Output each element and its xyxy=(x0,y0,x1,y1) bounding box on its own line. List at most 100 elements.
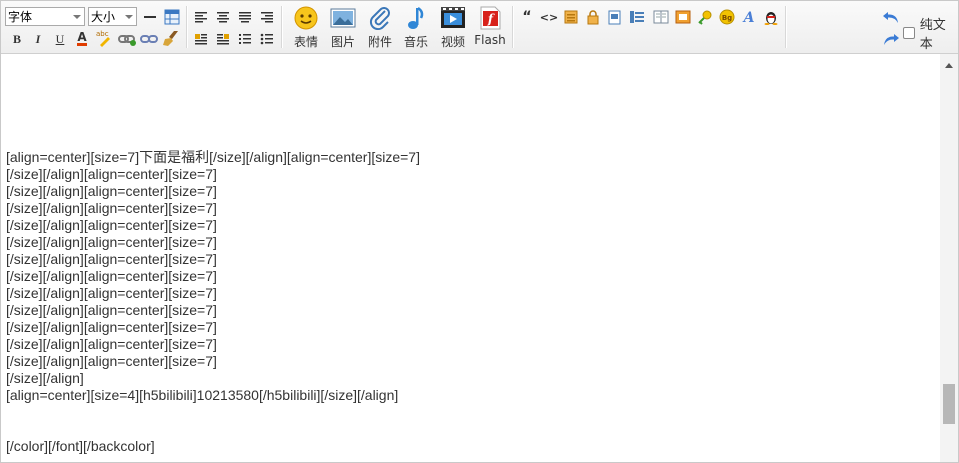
vertical-scrollbar[interactable] xyxy=(940,54,958,462)
flash-icon: f xyxy=(477,6,503,30)
link-icon xyxy=(118,35,136,46)
toolbar-separator xyxy=(785,6,787,48)
font-size-select[interactable]: 大小 xyxy=(88,7,137,26)
content-line: [/size][/align][align=center][size=7] xyxy=(6,166,217,182)
unordered-list-icon xyxy=(260,33,273,45)
align-justify-button[interactable] xyxy=(236,8,254,26)
plain-text-toggle[interactable]: 纯文本 xyxy=(903,14,958,52)
bold-button[interactable]: B xyxy=(8,30,26,48)
font-style-button[interactable]: A xyxy=(740,8,758,26)
image-button[interactable]: 图片 xyxy=(325,6,361,50)
free-area-button[interactable] xyxy=(674,8,692,26)
video-button-label: 视频 xyxy=(440,35,465,49)
lock-button[interactable] xyxy=(584,8,602,26)
font-size-select-value: 大小 xyxy=(91,10,116,24)
emoji-button-label: 表情 xyxy=(293,35,318,49)
qq-penguin-icon xyxy=(764,12,778,25)
underline-button[interactable]: U xyxy=(51,30,69,48)
qq-button[interactable] xyxy=(762,8,780,26)
video-button[interactable]: 视频 xyxy=(435,6,471,50)
float-left-button[interactable] xyxy=(192,30,210,48)
chevron-down-icon xyxy=(125,15,133,19)
background-color-icon: Bg xyxy=(719,9,735,25)
content-line: [/color][/font][/backcolor] xyxy=(6,438,155,454)
columns-button[interactable] xyxy=(652,8,670,26)
font-color-button[interactable]: A xyxy=(73,29,91,47)
scroll-up-arrow-icon[interactable] xyxy=(945,63,953,68)
table-button[interactable] xyxy=(163,8,181,26)
spellcheck-button[interactable]: abc xyxy=(95,29,113,47)
password-button[interactable] xyxy=(696,8,714,26)
toolbar-separator xyxy=(512,6,514,48)
toolbar-separator xyxy=(281,6,283,48)
toolbar-separator xyxy=(186,6,188,48)
ordered-list-icon xyxy=(239,34,251,44)
scrollbar-thumb[interactable] xyxy=(943,384,955,424)
unlink-button[interactable] xyxy=(140,30,158,48)
font-color-icon: A xyxy=(77,29,87,46)
highlight-icon: abc xyxy=(96,30,110,47)
content-line: [/size][/align][align=center][size=7] xyxy=(6,353,217,369)
quote-button[interactable]: “ xyxy=(518,8,536,26)
float-right-button[interactable] xyxy=(214,30,232,48)
font-family-select[interactable]: 字体 xyxy=(5,7,85,26)
index-icon xyxy=(630,11,644,23)
horizontal-rule-button[interactable] xyxy=(141,8,159,26)
ordered-list-button[interactable] xyxy=(236,30,254,48)
code-button[interactable]: <> xyxy=(540,8,558,26)
post-editor: 字体 大小 B I U A abc 表情 图片 附件 音乐 视频 f Flash… xyxy=(0,0,959,463)
columns-icon xyxy=(653,10,669,24)
align-justify-icon xyxy=(239,12,251,23)
free-area-icon xyxy=(675,10,691,24)
attachment-button[interactable]: 附件 xyxy=(362,6,398,50)
align-right-button[interactable] xyxy=(258,8,276,26)
image-button-label: 图片 xyxy=(330,35,355,49)
content-line: [/size][/align][align=center][size=7] xyxy=(6,200,217,216)
redo-button[interactable] xyxy=(882,31,900,49)
align-right-icon xyxy=(261,12,273,23)
align-left-button[interactable] xyxy=(192,8,210,26)
float-right-icon xyxy=(217,34,229,45)
content-line: [/size][/align][align=center][size=7] xyxy=(6,268,217,284)
index-button[interactable] xyxy=(628,8,646,26)
music-button-label: 音乐 xyxy=(403,35,428,49)
undo-icon xyxy=(883,12,898,23)
content-line: [/size][/align][align=center][size=7] xyxy=(6,302,217,318)
attachment-button-label: 附件 xyxy=(367,35,392,49)
svg-text:abc: abc xyxy=(96,30,109,38)
align-center-button[interactable] xyxy=(214,8,232,26)
undo-button[interactable] xyxy=(882,9,900,27)
content-line: [/size][/align][align=center][size=7] xyxy=(6,234,217,250)
align-left-icon xyxy=(195,12,207,23)
redo-icon xyxy=(884,34,899,45)
emoji-button[interactable]: 表情 xyxy=(288,6,324,50)
content-line: [/size][/align] xyxy=(6,370,84,386)
page-icon xyxy=(608,10,621,25)
hide-content-button[interactable] xyxy=(562,8,580,26)
unlink-icon xyxy=(140,35,158,43)
svg-text:A: A xyxy=(742,10,755,25)
page-button[interactable] xyxy=(606,8,624,26)
unordered-list-button[interactable] xyxy=(258,30,276,48)
text-style-icon: A xyxy=(742,10,755,25)
content-line: [align=center][size=4][h5bilibili]102135… xyxy=(6,387,399,403)
music-button[interactable]: 音乐 xyxy=(398,6,434,50)
horizontal-rule-icon xyxy=(144,16,156,18)
table-icon xyxy=(164,9,180,25)
hide-icon xyxy=(564,10,578,24)
plain-text-checkbox[interactable] xyxy=(903,27,915,39)
bg-badge-text: Bg xyxy=(722,14,732,22)
align-center-icon xyxy=(217,12,229,23)
image-icon xyxy=(330,6,356,30)
emoji-icon xyxy=(293,6,319,30)
content-line: [/size][/align][align=center][size=7] xyxy=(6,217,217,233)
clear-format-button[interactable] xyxy=(162,29,180,47)
italic-button[interactable]: I xyxy=(29,30,47,48)
key-icon xyxy=(698,10,712,25)
flash-button[interactable]: f Flash xyxy=(472,6,508,50)
editor-content[interactable]: [align=center][size=7]下面是福利[/size][/alig… xyxy=(1,54,939,462)
link-button[interactable] xyxy=(118,30,136,48)
content-line: [/size][/align][align=center][size=7] xyxy=(6,285,217,301)
background-color-button[interactable]: Bg xyxy=(718,8,736,26)
editor-toolbar: 字体 大小 B I U A abc 表情 图片 附件 音乐 视频 f Flash… xyxy=(1,1,958,54)
